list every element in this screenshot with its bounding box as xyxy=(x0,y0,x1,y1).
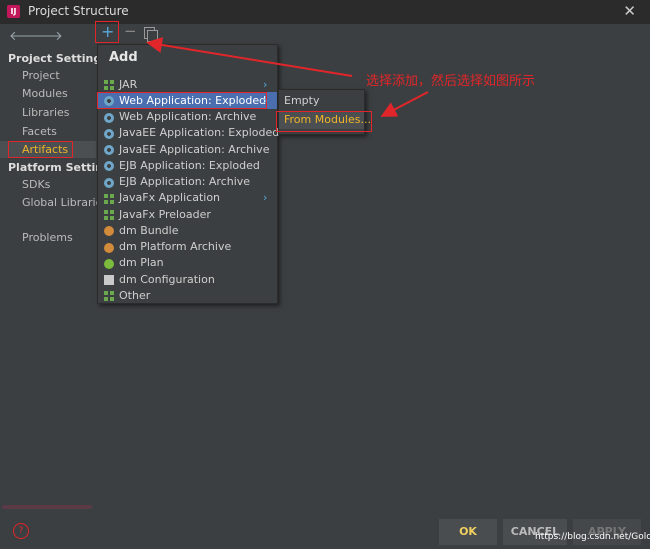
annotation-arrows xyxy=(146,37,429,117)
horizontal-scrollbar[interactable] xyxy=(2,505,92,509)
ok-button[interactable]: OK xyxy=(439,519,497,545)
help-icon[interactable]: ? xyxy=(13,523,29,539)
arrow-to-add xyxy=(146,37,353,77)
arrow-to-from-modules xyxy=(380,91,429,117)
watermark: https://blog.csdn.net/Golovin xyxy=(535,532,650,542)
